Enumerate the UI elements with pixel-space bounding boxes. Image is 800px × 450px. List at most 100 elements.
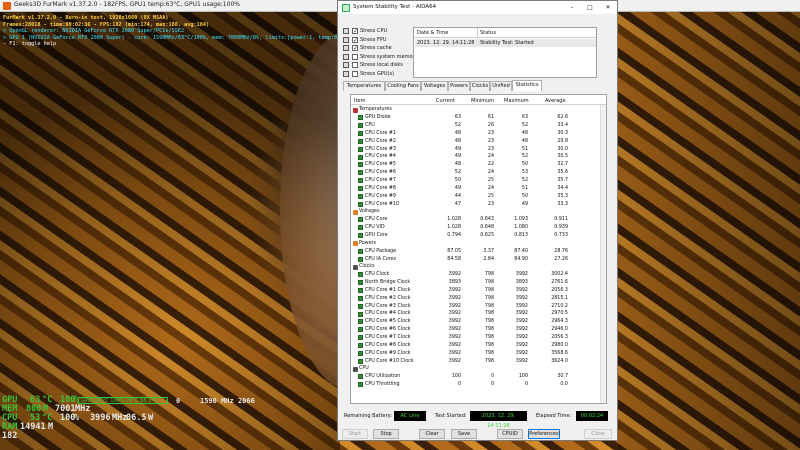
minimum-value: 798 <box>484 287 494 293</box>
maximize-button[interactable]: □ <box>581 1 599 14</box>
stats-row[interactable]: CPU Core #2 Clock 3992 798 3992 2815.1 <box>351 294 601 302</box>
stats-row[interactable]: CPU Package 87.05 3.37 87.40 28.76 <box>351 247 601 255</box>
preferences-button[interactable]: Preferences <box>528 429 560 439</box>
maximum-value: 50 <box>521 162 528 168</box>
stats-row[interactable]: CPU Core #10 47 23 49 33.3 <box>351 200 601 208</box>
average-value: 0.939 <box>554 225 568 231</box>
stats-row[interactable]: GPU Core 0.794 0.625 0.813 0.733 <box>351 232 601 240</box>
maximum-value: 52 <box>521 154 528 160</box>
minimize-button[interactable]: – <box>563 1 581 14</box>
tab-clocks[interactable]: Clocks <box>470 81 490 91</box>
stress-option-disks[interactable]: Stress local disks <box>343 61 413 70</box>
maximum-value: 53 <box>521 170 528 176</box>
stats-row[interactable]: CPU Core #7 Clock 3992 798 3992 2056.3 <box>351 334 601 342</box>
stats-row[interactable]: CPU Utilization 100 0 100 30.7 <box>351 373 601 381</box>
stats-row[interactable]: CPU Core #4 Clock 3992 798 3992 2970.5 <box>351 310 601 318</box>
stats-row[interactable]: CPU 52 26 52 33.4 <box>351 122 601 130</box>
current-value: 0.794 <box>447 232 461 238</box>
save-button[interactable]: Save <box>451 429 477 439</box>
close-window-button[interactable]: ✕ <box>599 1 617 14</box>
checkbox[interactable] <box>352 53 358 60</box>
monitor-fps-value: 182 <box>2 431 18 441</box>
stats-group[interactable]: Temperatures <box>351 106 601 114</box>
tab-voltages[interactable]: Voltages <box>421 81 448 91</box>
aida64-window[interactable]: System Stability Test - AIDA64 – □ ✕ ✓ S… <box>337 0 618 441</box>
stress-option-cpu[interactable]: ✓ Stress CPU <box>343 27 413 36</box>
stress-option-memory[interactable]: Stress system memory <box>343 53 418 62</box>
average-value: 30.5 <box>557 154 568 160</box>
tab-statistics[interactable]: Statistics <box>512 80 542 91</box>
tab-temperatures[interactable]: Temperatures <box>343 81 385 91</box>
stats-group[interactable]: Voltages <box>351 208 601 216</box>
stats-row[interactable]: CPU Core #8 Clock 3992 798 3992 2980.0 <box>351 342 601 350</box>
stats-row[interactable]: CPU Core #2 48 23 48 29.8 <box>351 137 601 145</box>
log-status: Stability Test: Started <box>480 40 534 46</box>
checkbox[interactable] <box>352 70 358 77</box>
stats-row[interactable]: CPU Throttling 0 0 0 0.0 <box>351 381 601 389</box>
stats-row[interactable]: CPU VID 1.028 0.648 1.080 0.939 <box>351 224 601 232</box>
stats-row[interactable]: CPU Core #10 Clock 3992 798 3992 3624.0 <box>351 357 601 365</box>
checkbox[interactable]: ✓ <box>352 36 358 43</box>
monitor-unit: W <box>148 413 154 423</box>
stats-row[interactable]: North Bridge Clock 3893 798 3893 2761.6 <box>351 279 601 287</box>
tab-powers[interactable]: Powers <box>448 81 470 91</box>
stats-row[interactable]: CPU IA Cores 84.58 2.84 84.90 27.26 <box>351 255 601 263</box>
checkbox[interactable]: ✓ <box>352 28 358 35</box>
stats-group[interactable]: Powers <box>351 239 601 247</box>
stats-row[interactable]: CPU Core #9 44 25 50 35.3 <box>351 192 601 200</box>
stats-row[interactable]: CPU Core #1 Clock 3992 798 3992 2056.3 <box>351 287 601 295</box>
stats-row[interactable]: GPU Diode 63 61 63 62.6 <box>351 114 601 122</box>
checkbox[interactable]: ✓ <box>352 45 358 52</box>
maximum-value: 3893 <box>515 280 528 286</box>
stress-option-gpu[interactable]: Stress GPU(s) <box>343 70 413 79</box>
maximum-value: 3992 <box>515 342 528 348</box>
sensor-icon <box>358 138 363 144</box>
tab-cooling-fans[interactable]: Cooling Fans <box>385 81 421 91</box>
col-current: Current <box>436 97 455 104</box>
sensor-icon <box>358 201 363 207</box>
current-value: 3992 <box>448 303 461 309</box>
current-value: 48 <box>454 130 461 136</box>
voltage-icon <box>353 209 358 215</box>
sensor-name: CPU Core #7 Clock <box>365 335 411 341</box>
stats-row[interactable]: CPU Core #6 Clock 3992 798 3992 2946.0 <box>351 326 601 334</box>
stats-row[interactable]: CPU Core #5 48 22 50 32.7 <box>351 161 601 169</box>
sensor-icon <box>358 327 363 333</box>
average-value: 0.0 <box>560 382 568 388</box>
minimum-value: 26 <box>487 123 494 129</box>
stats-group[interactable]: Clocks <box>351 263 601 271</box>
stats-row[interactable]: CPU Core #4 49 24 52 30.5 <box>351 153 601 161</box>
cpuid-button[interactable]: CPUID <box>497 429 523 439</box>
start-button[interactable]: Start <box>342 429 368 439</box>
minimum-value: 798 <box>484 358 494 364</box>
tab-unified[interactable]: Unified <box>490 81 512 91</box>
log-col-datetime: Date & Time <box>417 30 449 36</box>
stats-row[interactable]: CPU Core #8 49 24 51 34.4 <box>351 185 601 193</box>
aida64-titlebar[interactable]: System Stability Test - AIDA64 – □ ✕ <box>338 1 617 14</box>
current-value: 44 <box>454 193 461 199</box>
sensor-icon <box>358 303 363 309</box>
scrollbar[interactable] <box>600 105 606 403</box>
current-value: 1.028 <box>447 217 461 223</box>
minimum-value: 3.37 <box>483 248 494 254</box>
stats-row[interactable]: CPU Core #5 Clock 3992 798 3992 2964.3 <box>351 318 601 326</box>
stats-row[interactable]: CPU Core 1.028 0.643 1.093 0.911 <box>351 216 601 224</box>
stats-row[interactable]: CPU Core #3 Clock 3992 798 3992 2710.2 <box>351 302 601 310</box>
stats-row[interactable]: CPU Core #6 52 24 53 35.6 <box>351 169 601 177</box>
stats-row[interactable]: CPU Core #1 48 23 48 30.3 <box>351 130 601 138</box>
close-button[interactable]: Close <box>584 429 612 439</box>
log-row[interactable]: 2023. 12. 29. 14:11:28 Stability Test: S… <box>415 39 596 47</box>
stop-button[interactable]: Stop <box>373 429 399 439</box>
stats-row[interactable]: CPU Core #7 50 25 52 35.7 <box>351 177 601 185</box>
stress-option-cache[interactable]: ✓ Stress cache <box>343 44 413 53</box>
monitor-zero: 0 <box>176 397 181 405</box>
average-value: 32.7 <box>557 162 568 168</box>
stats-row[interactable]: CPU Core #3 49 23 51 30.0 <box>351 145 601 153</box>
clear-button[interactable]: Clear <box>419 429 445 439</box>
stats-row[interactable]: CPU Core #9 Clock 3992 798 3992 3568.6 <box>351 349 601 357</box>
checkbox[interactable] <box>352 62 358 69</box>
sensor-icon <box>358 186 363 191</box>
stress-option-fpu[interactable]: ✓ Stress FPU <box>343 36 413 45</box>
stats-group[interactable]: CPU <box>351 365 601 373</box>
stats-row[interactable]: CPU Clock 3992 798 3992 3002.4 <box>351 271 601 279</box>
